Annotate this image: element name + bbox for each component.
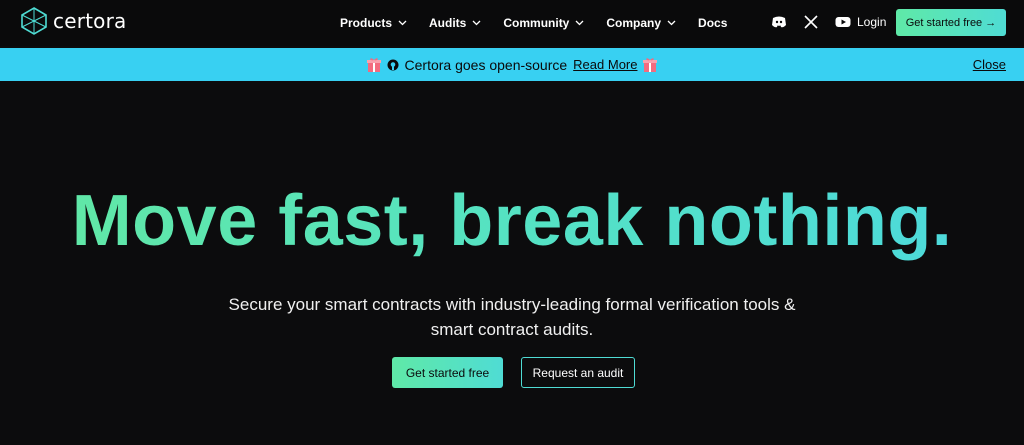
chevron-down-icon [472, 20, 481, 26]
hero-title: Move fast, break nothing. [0, 178, 1024, 264]
request-audit-label: Request an audit [532, 365, 624, 380]
github-icon [387, 59, 399, 70]
gift-icon [366, 57, 381, 72]
login-link[interactable]: Login [857, 15, 886, 29]
get-started-nav-button[interactable]: Get started free → [896, 9, 1006, 36]
get-started-nav-label: Get started free → [905, 16, 997, 29]
nav-item-docs[interactable]: Docs [698, 16, 727, 30]
banner-text: Certora goes open-source [404, 56, 568, 73]
hero-subtitle: Secure your smart contracts with industr… [228, 295, 796, 339]
get-started-label: Get started free [405, 365, 490, 380]
close-banner-link[interactable]: Close [973, 57, 1006, 72]
nav-item-label: Audits [429, 16, 467, 30]
gift-icon [643, 57, 658, 72]
nav-item-label: Docs [698, 16, 728, 30]
announcement-banner: Certora goes open-source Read More Close [0, 48, 1024, 81]
top-nav: certora Products Audits Community Compan… [0, 0, 1024, 46]
chevron-down-icon [667, 20, 676, 26]
youtube-icon [835, 17, 851, 27]
nav-item-label: Products [340, 16, 393, 30]
x-icon [804, 15, 818, 29]
nav-item-label: Community [503, 16, 570, 30]
banner-content: Certora goes open-source Read More [366, 56, 658, 73]
chevron-down-icon [398, 20, 407, 26]
nav-item-company[interactable]: Company [606, 16, 676, 30]
main-menu: Products Audits Community Company Docs [340, 0, 749, 46]
nav-item-label: Company [606, 16, 662, 30]
nav-item-audits[interactable]: Audits [429, 16, 481, 30]
request-audit-button[interactable]: Request an audit [521, 357, 635, 388]
discord-link[interactable] [770, 13, 788, 31]
social-links [770, 13, 852, 31]
nav-item-community[interactable]: Community [503, 16, 584, 30]
logo-text: certora [53, 9, 127, 33]
discord-icon [772, 16, 786, 28]
get-started-button[interactable]: Get started free [392, 357, 503, 388]
certora-logo[interactable]: certora [21, 7, 126, 35]
certora-logo-icon [21, 7, 47, 35]
chevron-down-icon [575, 20, 584, 26]
read-more-link[interactable]: Read More [573, 57, 637, 72]
youtube-link[interactable] [834, 13, 852, 31]
x-link[interactable] [802, 13, 820, 31]
nav-item-products[interactable]: Products [340, 16, 407, 30]
